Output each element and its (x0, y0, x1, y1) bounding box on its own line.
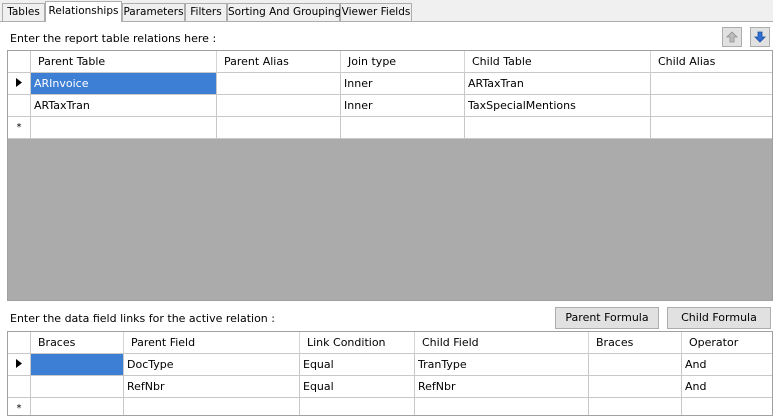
child-formula-button[interactable]: Child Formula (667, 307, 771, 329)
column-header-join-type[interactable]: Join type (341, 51, 465, 73)
column-header-child-field[interactable]: Child Field (415, 332, 589, 354)
column-header-braces-open[interactable]: Braces (31, 332, 124, 354)
row-pointer-icon (16, 73, 22, 94)
relations-header-row: Parent Table Parent Alias Join type Chil… (8, 51, 772, 73)
parent-table-cell[interactable]: ARTaxTran (31, 95, 217, 117)
parent-field-cell[interactable]: RefNbr (124, 376, 300, 398)
braces-open-cell[interactable] (31, 354, 124, 376)
parent-table-cell[interactable]: ARInvoice (31, 73, 217, 95)
operator-cell[interactable]: And (682, 376, 772, 398)
arrow-down-icon (754, 31, 766, 43)
braces-close-cell[interactable] (589, 376, 682, 398)
tab-tables[interactable]: Tables (2, 3, 45, 21)
child-alias-cell[interactable] (651, 73, 772, 95)
child-alias-cell[interactable] (651, 117, 772, 139)
column-header-braces-close[interactable]: Braces (589, 332, 682, 354)
table-row[interactable]: RefNbr Equal RefNbr And (8, 376, 772, 398)
child-table-cell[interactable]: TaxSpecialMentions (465, 95, 651, 117)
join-type-cell[interactable] (341, 117, 465, 139)
relations-grid[interactable]: Parent Table Parent Alias Join type Chil… (7, 50, 773, 301)
operator-cell[interactable] (682, 398, 772, 415)
table-row[interactable]: ARTaxTran Inner TaxSpecialMentions (8, 95, 772, 117)
tab-parameters[interactable]: Parameters (122, 3, 185, 21)
column-header-parent-table[interactable]: Parent Table (31, 51, 217, 73)
link-condition-cell[interactable]: Equal (300, 354, 415, 376)
tab-sorting-and-grouping[interactable]: Sorting And Grouping (227, 3, 341, 21)
child-table-cell[interactable]: ARTaxTran (465, 73, 651, 95)
parent-alias-cell[interactable] (217, 73, 341, 95)
link-condition-cell[interactable]: Equal (300, 376, 415, 398)
current-row-indicator[interactable] (8, 354, 31, 376)
new-row[interactable]: * (8, 117, 772, 139)
child-table-cell[interactable] (465, 117, 651, 139)
parent-alias-cell[interactable] (217, 117, 341, 139)
column-header-parent-field[interactable]: Parent Field (124, 332, 300, 354)
row-header-cell[interactable] (8, 376, 31, 398)
join-type-cell[interactable]: Inner (341, 73, 465, 95)
parent-formula-button[interactable]: Parent Formula (555, 307, 659, 329)
parent-table-cell[interactable] (31, 117, 217, 139)
links-caption: Enter the data field links for the activ… (10, 312, 275, 325)
move-down-button[interactable] (750, 27, 770, 47)
new-row-marker[interactable]: * (8, 117, 31, 139)
table-row[interactable]: ARInvoice Inner ARTaxTran (8, 73, 772, 95)
arrow-up-icon (726, 31, 738, 43)
row-header-cell[interactable] (8, 95, 31, 117)
parent-field-cell[interactable]: DocType (124, 354, 300, 376)
child-field-cell[interactable] (415, 398, 589, 415)
current-row-indicator[interactable] (8, 73, 31, 95)
operator-cell[interactable]: And (682, 354, 772, 376)
table-row[interactable]: DocType Equal TranType And (8, 354, 772, 376)
links-corner-cell (8, 332, 31, 354)
parent-alias-cell[interactable] (217, 95, 341, 117)
tab-viewer-fields[interactable]: Viewer Fields (340, 3, 412, 21)
relations-caption: Enter the report table relations here : (10, 32, 217, 45)
link-condition-cell[interactable] (300, 398, 415, 415)
column-header-parent-alias[interactable]: Parent Alias (217, 51, 341, 73)
links-header-row: Braces Parent Field Link Condition Child… (8, 332, 772, 354)
tab-relationships[interactable]: Relationships (45, 1, 122, 22)
column-header-child-alias[interactable]: Child Alias (651, 51, 772, 73)
move-up-button[interactable] (722, 27, 742, 47)
relationships-page: Enter the report table relations here : … (0, 22, 773, 416)
tab-strip: Tables Relationships Parameters Filters … (0, 0, 773, 22)
column-header-link-condition[interactable]: Link Condition (300, 332, 415, 354)
join-type-cell[interactable]: Inner (341, 95, 465, 117)
field-links-grid[interactable]: Braces Parent Field Link Condition Child… (7, 331, 773, 416)
child-field-cell[interactable]: RefNbr (415, 376, 589, 398)
new-row-marker[interactable]: * (8, 398, 31, 415)
new-row[interactable]: * (8, 398, 772, 415)
tab-filters[interactable]: Filters (185, 3, 227, 21)
column-header-child-table[interactable]: Child Table (465, 51, 651, 73)
child-field-cell[interactable]: TranType (415, 354, 589, 376)
row-pointer-icon (16, 354, 22, 375)
braces-close-cell[interactable] (589, 398, 682, 415)
parent-field-cell[interactable] (124, 398, 300, 415)
braces-open-cell[interactable] (31, 376, 124, 398)
braces-open-cell[interactable] (31, 398, 124, 415)
child-alias-cell[interactable] (651, 95, 772, 117)
column-header-operator[interactable]: Operator (682, 332, 772, 354)
relations-corner-cell (8, 51, 31, 73)
braces-close-cell[interactable] (589, 354, 682, 376)
